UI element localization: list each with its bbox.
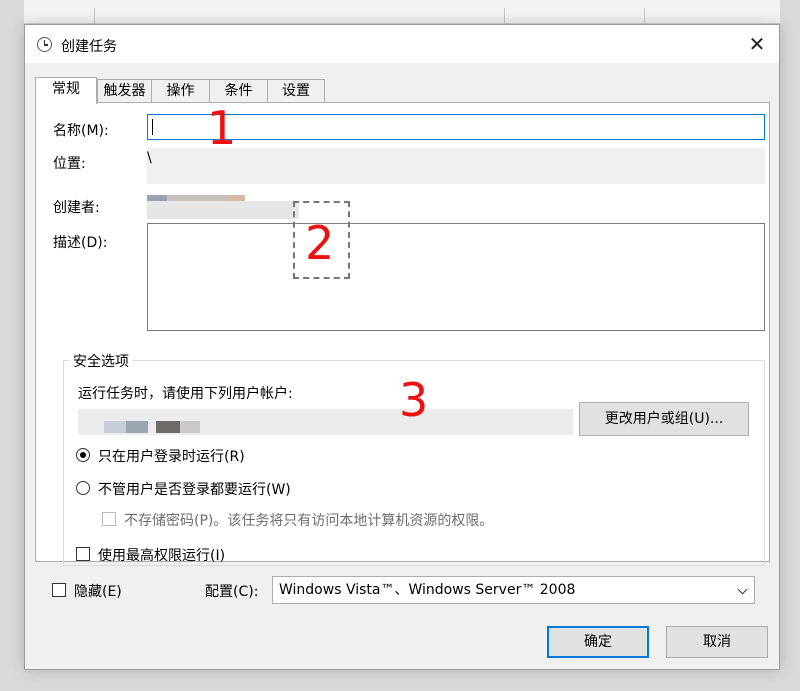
change-user-or-group-button[interactable]: 更改用户或组(U)... bbox=[579, 402, 749, 436]
tab-settings[interactable]: 设置 bbox=[267, 79, 325, 103]
tab-triggers[interactable]: 触发器 bbox=[97, 79, 152, 103]
author-field-redacted bbox=[147, 201, 299, 219]
run-as-prompt: 运行任务时，请使用下列用户帐户: bbox=[78, 386, 293, 402]
background-column-divider bbox=[504, 8, 505, 24]
ok-button[interactable]: 确定 bbox=[547, 626, 649, 658]
annotation-marker-2: 2 bbox=[305, 216, 335, 270]
redacted-pixels bbox=[126, 421, 148, 433]
do-not-store-password-checkbox bbox=[102, 512, 116, 526]
close-button[interactable]: ✕ bbox=[741, 29, 773, 59]
description-label: 描述(D): bbox=[53, 235, 108, 251]
annotation-marker-1: 1 bbox=[207, 101, 237, 155]
user-account-field-redacted bbox=[78, 409, 573, 435]
tab-actions[interactable]: 操作 bbox=[151, 79, 210, 103]
hidden-label[interactable]: 隐藏(E) bbox=[74, 581, 122, 601]
general-tab-panel: 名称(M): 位置: \ 创建者: 描述(D): 安全选项 运行任务时，请使用下… bbox=[35, 102, 770, 566]
description-textarea[interactable] bbox=[147, 223, 765, 331]
text-caret bbox=[152, 119, 153, 135]
create-task-dialog: 创建任务 ✕ 常规 触发器 操作 条件 设置 名称(M): 位置: \ 创建者:… bbox=[24, 24, 780, 670]
location-value: \ bbox=[147, 150, 152, 166]
tab-general[interactable]: 常规 bbox=[35, 77, 97, 104]
redacted-pixels bbox=[180, 421, 200, 433]
author-label: 创建者: bbox=[53, 200, 100, 216]
annotation-marker-3: 3 bbox=[399, 373, 429, 427]
name-input[interactable] bbox=[147, 114, 765, 140]
redacted-pixels bbox=[227, 195, 245, 201]
redacted-pixels bbox=[167, 195, 227, 201]
tab-conditions[interactable]: 条件 bbox=[209, 79, 268, 103]
do-not-store-password-label: 不存储密码(P)。该任务将只有访问本地计算机资源的权限。 bbox=[124, 513, 494, 529]
configure-for-label: 配置(C): bbox=[205, 584, 259, 600]
security-options-title: 安全选项 bbox=[70, 351, 132, 371]
radio-run-when-logged-on[interactable] bbox=[76, 448, 90, 462]
radio-run-whether-logged-on[interactable] bbox=[76, 481, 90, 495]
name-label: 名称(M): bbox=[53, 123, 109, 139]
redacted-pixels bbox=[147, 195, 167, 201]
background-column-divider bbox=[644, 8, 645, 24]
task-clock-icon bbox=[37, 37, 52, 52]
location-label: 位置: bbox=[53, 156, 86, 172]
background-window bbox=[24, 0, 780, 24]
cancel-button[interactable]: 取消 bbox=[666, 626, 768, 658]
location-field: \ bbox=[147, 148, 765, 184]
configure-for-value: Windows Vista™、Windows Server™ 2008 bbox=[279, 582, 576, 598]
chevron-down-icon bbox=[737, 584, 748, 595]
radio-run-when-logged-on-label[interactable]: 只在用户登录时运行(R) bbox=[98, 446, 245, 466]
redacted-pixels bbox=[156, 421, 180, 433]
radio-run-whether-logged-on-label[interactable]: 不管用户是否登录都要运行(W) bbox=[98, 479, 291, 499]
dialog-title: 创建任务 bbox=[61, 39, 117, 55]
highest-privileges-checkbox[interactable] bbox=[76, 547, 90, 561]
redacted-pixels bbox=[104, 421, 126, 433]
hidden-checkbox[interactable] bbox=[52, 583, 66, 597]
configure-for-select[interactable]: Windows Vista™、Windows Server™ 2008 bbox=[272, 576, 755, 604]
highest-privileges-label[interactable]: 使用最高权限运行(I) bbox=[98, 545, 225, 565]
background-column-divider bbox=[94, 8, 95, 24]
title-bar[interactable]: 创建任务 ✕ bbox=[25, 25, 779, 63]
